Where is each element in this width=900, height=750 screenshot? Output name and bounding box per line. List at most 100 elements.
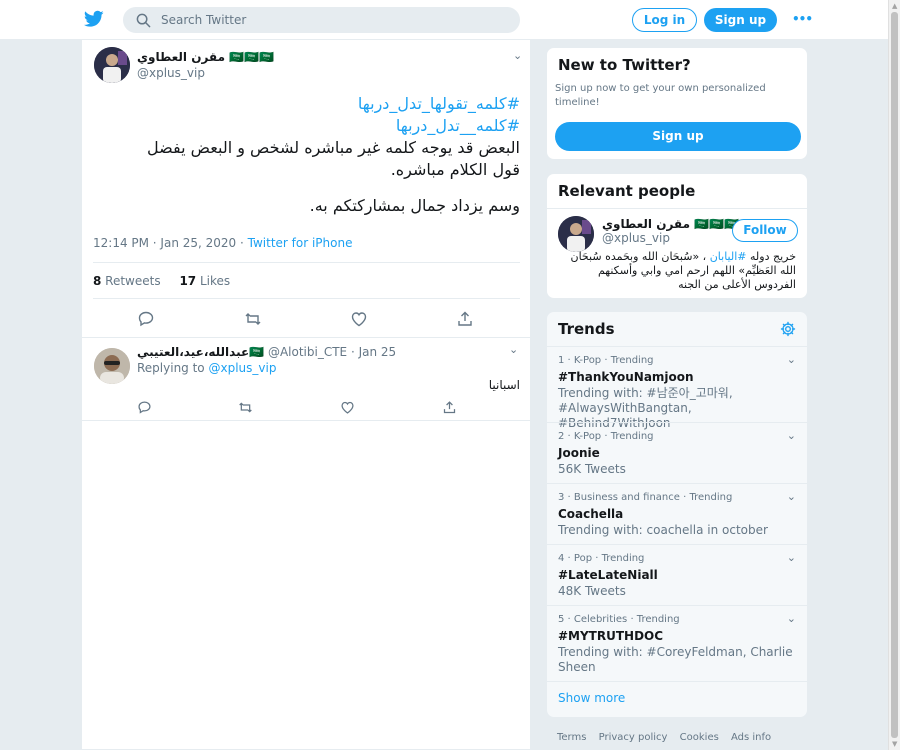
- chevron-down-icon[interactable]: ⌄: [787, 429, 796, 442]
- replying-to-link[interactable]: @xplus_vip: [208, 361, 276, 375]
- footer-links: Terms Privacy policy Cookies Ads info: [557, 732, 780, 743]
- trend-item[interactable]: 5 · Celebrities · Trending #MYTRUTHDOC T…: [547, 605, 807, 681]
- reply-handle-date[interactable]: @Alotibi_CTE · Jan 25: [264, 345, 396, 359]
- scroll-down-arrow-icon[interactable]: ▼: [892, 740, 897, 748]
- like-icon[interactable]: [350, 310, 368, 328]
- hashtag-link[interactable]: #اليابان: [710, 250, 747, 263]
- divider: [547, 681, 807, 682]
- search-input[interactable]: [161, 10, 501, 30]
- trend-name[interactable]: #ThankYouNamjoon: [558, 370, 694, 384]
- chevron-down-icon[interactable]: ⌄: [509, 343, 518, 356]
- more-options-icon[interactable]: •••: [792, 12, 813, 26]
- tweet-author-name[interactable]: مقرن العطاوي 🇸🇦🇸🇦🇸🇦: [137, 50, 274, 64]
- show-more-link[interactable]: Show more: [558, 691, 625, 705]
- trend-item[interactable]: 3 · Business and finance · Trending Coac…: [547, 483, 807, 544]
- relevant-people-title: Relevant people: [558, 182, 696, 200]
- reply-author[interactable]: عبدالله،عيد،العتيبي🇸🇦 @Alotibi_CTE · Jan…: [137, 345, 396, 359]
- gear-icon[interactable]: [780, 321, 796, 337]
- tweet-action-bar: [82, 310, 532, 330]
- trend-name[interactable]: #MYTRUTHDOC: [558, 629, 663, 643]
- tweet-text-line: وسم يزداد جمال بمشاركتكم به.: [309, 196, 520, 215]
- search-icon: [136, 13, 151, 28]
- relevant-person-bio: خريج دوله #اليابان ، «سُبحَان الله وبحَم…: [556, 250, 797, 292]
- retweets-stat[interactable]: 8 Retweets: [93, 274, 161, 288]
- trend-context: 1 · K-Pop · Trending: [558, 355, 654, 366]
- tweet-time[interactable]: 12:14 PM · Jan 25, 2020 ·: [93, 236, 248, 250]
- hashtag-link[interactable]: #كلمه__تدل_دربها: [94, 115, 520, 137]
- search-box[interactable]: [123, 7, 520, 33]
- retweet-icon[interactable]: [244, 310, 262, 328]
- scrollbar-thumb[interactable]: [891, 12, 898, 738]
- follow-button[interactable]: Follow: [732, 219, 798, 242]
- main-timeline-column: مقرن العطاوي 🇸🇦🇸🇦🇸🇦 @xplus_vip ⌄ #كلمه_ت…: [81, 40, 532, 750]
- replying-to: Replying to @xplus_vip: [137, 361, 276, 375]
- replying-to-label: Replying to: [137, 361, 209, 375]
- new-to-twitter-text: Sign up now to get your own personalized…: [555, 83, 766, 108]
- relevant-person-handle[interactable]: @xplus_vip: [602, 231, 670, 245]
- relevant-people-card: Relevant people مقرن العطاوي 🇸🇦🇸🇦🇸🇦 @xpl…: [546, 173, 808, 299]
- chevron-down-icon[interactable]: ⌄: [787, 490, 796, 503]
- sidebar-signup-button[interactable]: Sign up: [555, 122, 801, 151]
- trend-subtext: Trending with: #CoreyFeldman, Charlie Sh…: [558, 645, 793, 674]
- trend-item[interactable]: 1 · K-Pop · Trending #ThankYouNamjoon Tr…: [547, 346, 807, 430]
- avatar[interactable]: [94, 47, 130, 83]
- relevant-person-name[interactable]: مقرن العطاوي 🇸🇦🇸🇦🇸🇦: [602, 217, 739, 231]
- tweet-header: مقرن العطاوي 🇸🇦🇸🇦🇸🇦 @xplus_vip ⌄: [94, 47, 522, 87]
- trend-context: 2 · K-Pop · Trending: [558, 431, 654, 442]
- tweet-text-line: البعض قد يوجه كلمه غير مباشره لشخص و الب…: [147, 138, 520, 157]
- chevron-down-icon[interactable]: ⌄: [787, 551, 796, 564]
- footer-link-privacy[interactable]: Privacy policy: [599, 732, 668, 743]
- reply-icon[interactable]: [137, 310, 155, 328]
- chevron-down-icon[interactable]: ⌄: [513, 49, 522, 62]
- reply-text: اسبانيا: [488, 378, 520, 392]
- tweet-source-link[interactable]: Twitter for iPhone: [248, 236, 353, 250]
- like-icon[interactable]: [340, 400, 355, 415]
- hashtag-link[interactable]: #كلمه_تقولها_تدل_دربها: [94, 93, 520, 115]
- trend-subtext: 48K Tweets: [558, 584, 626, 598]
- trends-card: Trends 1 · K-Pop · Trending #ThankYouNam…: [546, 311, 808, 718]
- trends-title: Trends: [558, 320, 615, 338]
- reply-author-name[interactable]: عبدالله،عيد،العتيبي🇸🇦: [137, 345, 264, 359]
- footer-link-cookies[interactable]: Cookies: [680, 732, 719, 743]
- tweet-timestamp[interactable]: 12:14 PM · Jan 25, 2020 · Twitter for iP…: [93, 236, 352, 250]
- trend-name[interactable]: #LateLateNiall: [558, 568, 658, 582]
- divider: [93, 298, 520, 299]
- profile-photo-icon: [558, 216, 594, 252]
- retweet-icon[interactable]: [238, 400, 253, 415]
- new-to-twitter-card: New to Twitter? Sign up now to get your …: [546, 47, 808, 160]
- footer-link-ads[interactable]: Ads info: [731, 732, 771, 743]
- chevron-down-icon[interactable]: ⌄: [787, 353, 796, 366]
- login-button[interactable]: Log in: [632, 8, 697, 32]
- top-navigation-bar: Log in Sign up •••: [0, 0, 888, 40]
- reply-icon[interactable]: [137, 400, 152, 415]
- twitter-logo-icon[interactable]: [84, 10, 104, 28]
- likes-stat[interactable]: 17 Likes: [179, 274, 230, 288]
- share-icon[interactable]: [442, 400, 457, 415]
- tweet-stats: 8 Retweets 17 Likes: [93, 274, 230, 288]
- avatar[interactable]: [558, 216, 594, 252]
- tweet-text-gap: [94, 181, 520, 195]
- page-scrollbar[interactable]: ▲ ▼: [888, 0, 900, 750]
- trend-item[interactable]: 2 · K-Pop · Trending Joonie 56K Tweets ⌄: [547, 422, 807, 483]
- profile-photo-icon: [94, 348, 130, 384]
- chevron-down-icon[interactable]: ⌄: [787, 612, 796, 625]
- share-icon[interactable]: [456, 310, 474, 328]
- trend-name[interactable]: Joonie: [558, 446, 600, 460]
- divider: [93, 262, 520, 263]
- trend-subtext: 56K Tweets: [558, 462, 626, 476]
- trend-item[interactable]: 4 · Pop · Trending #LateLateNiall 48K Tw…: [547, 544, 807, 605]
- tweet-author-handle[interactable]: @xplus_vip: [137, 66, 205, 80]
- trend-context: 5 · Celebrities · Trending: [558, 614, 680, 625]
- divider: [547, 208, 807, 209]
- trend-context: 4 · Pop · Trending: [558, 553, 645, 564]
- signup-button[interactable]: Sign up: [704, 8, 777, 32]
- footer-link-terms[interactable]: Terms: [557, 732, 586, 743]
- avatar[interactable]: [94, 348, 130, 384]
- new-to-twitter-title: New to Twitter?: [558, 56, 691, 74]
- tweet-text: #كلمه_تقولها_تدل_دربها #كلمه__تدل_دربها …: [94, 93, 520, 217]
- bio-text: خريج دوله: [746, 250, 796, 263]
- reply-tweet[interactable]: عبدالله،عيد،العتيبي🇸🇦 @Alotibi_CTE · Jan…: [82, 338, 532, 418]
- trend-name[interactable]: Coachella: [558, 507, 623, 521]
- likes-label: Likes: [196, 274, 231, 288]
- scroll-up-arrow-icon[interactable]: ▲: [892, 2, 897, 10]
